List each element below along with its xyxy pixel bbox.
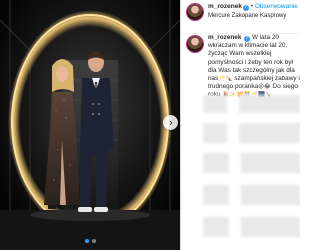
carousel-dot xyxy=(91,239,96,243)
blurred-comment xyxy=(241,217,300,237)
header-user-line: m_rozenek ✓ • Obserwowanie xyxy=(208,3,298,11)
caption-emojis-a: 🥂🍾 xyxy=(218,76,233,83)
chevron-right-icon: › xyxy=(168,116,174,129)
header-separator: • xyxy=(250,3,254,10)
verified-badge-icon: ✓ xyxy=(244,36,251,42)
blurred-comment xyxy=(241,185,300,205)
blurred-comment xyxy=(203,123,227,143)
post-side-panel: m_rozenek ✓ • Obserwowanie Mercure Zakopa… xyxy=(180,0,300,250)
blurred-comment xyxy=(203,153,229,173)
blurred-comment xyxy=(239,95,300,113)
avatar[interactable] xyxy=(186,3,204,21)
caption-username[interactable]: m_rozenek xyxy=(208,34,241,41)
location-link[interactable]: Mercure Zakopane Kasprowy xyxy=(208,12,286,20)
post-header: m_rozenek ✓ • Obserwowanie Mercure Zakopa… xyxy=(181,0,300,34)
blurred-comment xyxy=(239,123,300,143)
following-button[interactable]: Obserwowanie xyxy=(255,3,298,10)
comments-area-blurred xyxy=(181,93,300,250)
carousel-indicator xyxy=(0,239,180,243)
blurred-comment xyxy=(203,185,229,205)
blurred-comment xyxy=(203,95,227,113)
blurred-comment xyxy=(203,217,229,237)
caption-avatar[interactable] xyxy=(186,35,204,53)
caption-line-5: nas xyxy=(208,75,219,83)
caption-line-8: Do siego xyxy=(272,83,298,91)
photo-scene xyxy=(0,0,180,250)
blurred-comment xyxy=(241,153,300,173)
caption-text: m_rozenek ✓ W lata 20 wkraczam w klimaci… xyxy=(208,34,300,100)
verified-badge-icon: ✓ xyxy=(242,5,249,11)
caption-emojis-b: 😜😂 xyxy=(258,84,271,91)
post-photo[interactable]: › xyxy=(0,0,180,250)
caption-line-6: szampańskiej zabawy i xyxy=(234,75,300,83)
carousel-next-button[interactable]: › xyxy=(163,115,178,130)
header-username[interactable]: m_rozenek xyxy=(208,3,242,10)
carousel-dot xyxy=(84,239,89,243)
caption-line-7: trudnego poranka xyxy=(208,83,259,91)
